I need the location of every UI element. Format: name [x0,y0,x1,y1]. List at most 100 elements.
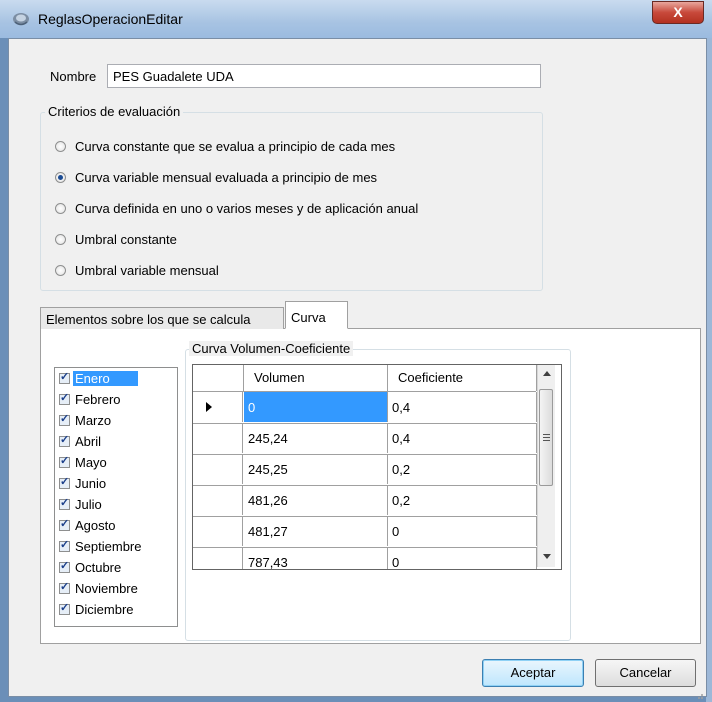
criterios-title: Criterios de evaluación [45,104,184,119]
close-icon: X [673,4,683,20]
checkbox-checked-icon[interactable] [59,433,70,447]
volumen-cell[interactable]: 481,27 [244,516,388,546]
curva-grid[interactable]: Volumen Coeficiente 0 0,4 245,24 0,4 245,25 0… [192,364,562,570]
checkbox-checked-icon[interactable] [59,370,70,384]
coeficiente-cell[interactable]: 0 [388,516,537,546]
checkbox-checked-icon[interactable] [59,391,70,405]
month-item[interactable]: Diciembre [59,599,134,619]
criterio-radio-2[interactable]: Curva variable mensual evaluada a princi… [55,170,377,185]
volumen-cell[interactable]: 245,25 [244,454,388,484]
checkbox-checked-icon[interactable] [59,412,70,426]
month-item[interactable]: Noviembre [59,578,138,598]
month-label: Diciembre [75,601,134,617]
month-label: Julio [75,496,102,512]
coeficiente-cell[interactable]: 0,4 [388,392,537,422]
radio-empty-icon[interactable] [55,234,66,245]
table-row[interactable]: 245,24 0,4 [193,423,537,455]
month-item[interactable]: Julio [59,494,102,514]
scroll-up-icon[interactable] [538,365,555,382]
month-item[interactable]: Octubre [59,557,121,577]
criterio-label: Umbral constante [75,232,177,247]
months-checked-list[interactable]: Enero Febrero Marzo Abril Mayo Junio Julio Agos… [54,367,178,627]
volumen-cell[interactable]: 787,43 [244,547,388,569]
volumen-cell[interactable]: 245,24 [244,423,388,453]
month-item[interactable]: Abril [59,431,101,451]
column-header-coeficiente[interactable]: Coeficiente [388,365,537,391]
thumb-grip-icon [543,434,550,435]
dialog-client-area: Nombre PES Guadalete UDA Criterios de ev… [8,38,707,697]
month-label: Mayo [75,454,107,470]
coeficiente-cell[interactable]: 0,4 [388,423,537,453]
table-row[interactable]: 245,25 0,2 [193,454,537,486]
grid-vertical-scrollbar[interactable] [537,365,555,567]
month-label: Febrero [75,391,121,407]
tab-curva[interactable]: Curva [285,301,348,329]
thumb-grip-icon [543,440,550,441]
volumen-cell[interactable]: 0 [244,392,388,422]
radio-empty-icon[interactable] [55,203,66,214]
radio-selected-icon[interactable] [55,172,66,183]
month-item[interactable]: Septiembre [59,536,141,556]
checkbox-checked-icon[interactable] [59,496,70,510]
window-title: ReglasOperacionEditar [38,11,183,27]
criterio-radio-1[interactable]: Curva constante que se evalua a principi… [55,139,395,154]
criterio-label: Curva constante que se evalua a principi… [75,139,396,154]
scrollbar-thumb[interactable] [539,389,553,486]
curva-title: Curva Volumen-Coeficiente [189,341,354,356]
table-row[interactable]: 481,26 0,2 [193,485,537,517]
checkbox-checked-icon[interactable] [59,559,70,573]
radio-empty-icon[interactable] [55,265,66,276]
checkbox-checked-icon[interactable] [59,580,70,594]
current-row-arrow-icon [206,402,212,412]
criterio-radio-4[interactable]: Umbral constante [55,232,177,247]
coeficiente-cell[interactable]: 0,2 [388,454,537,484]
month-label: Septiembre [75,538,142,554]
month-item[interactable]: Marzo [59,410,111,430]
checkbox-checked-icon[interactable] [59,454,70,468]
month-label: Junio [75,475,107,491]
nombre-input[interactable]: PES Guadalete UDA [107,64,541,88]
month-label: Agosto [75,517,116,533]
month-item[interactable]: Agosto [59,515,115,535]
radio-empty-icon[interactable] [55,141,66,152]
table-row[interactable]: 787,43 0 [193,547,537,569]
thumb-grip-icon [543,437,550,438]
month-item[interactable]: Junio [59,473,106,493]
month-label: Noviembre [75,580,138,596]
row-header[interactable] [193,516,243,546]
criterio-radio-3[interactable]: Curva definida en uno o varios meses y d… [55,201,418,216]
coeficiente-cell[interactable]: 0,2 [388,485,537,515]
checkbox-checked-icon[interactable] [59,475,70,489]
table-row[interactable]: 481,27 0 [193,516,537,548]
table-row[interactable]: 0 0,4 [193,392,537,424]
row-header[interactable] [193,423,243,453]
tab-elementos[interactable]: Elementos sobre los que se calcula [40,307,284,329]
row-header[interactable] [193,392,243,422]
close-button[interactable]: X [652,1,704,24]
row-header[interactable] [193,485,243,515]
dialog-window: ReglasOperacionEditar X Nombre PES Guada… [0,0,712,702]
month-item[interactable]: Enero [59,368,138,388]
criterio-label: Curva variable mensual evaluada a princi… [75,170,378,185]
nombre-label: Nombre [50,69,97,84]
column-header-volumen[interactable]: Volumen [244,365,388,391]
app-icon [13,13,29,26]
scroll-down-icon[interactable] [538,548,555,565]
cancel-button[interactable]: Cancelar [595,659,696,687]
accept-button[interactable]: Aceptar [482,659,584,687]
criterio-radio-5[interactable]: Umbral variable mensual [55,263,219,278]
checkbox-checked-icon[interactable] [59,601,70,615]
volumen-cell[interactable]: 481,26 [244,485,388,515]
criterio-label: Curva definida en uno o varios meses y d… [75,201,419,216]
row-header[interactable] [193,547,243,569]
month-item[interactable]: Febrero [59,389,121,409]
resize-grip-icon[interactable] [694,690,704,700]
checkbox-checked-icon[interactable] [59,538,70,552]
month-label: Enero [73,370,138,386]
coeficiente-cell[interactable]: 0 [388,547,537,569]
row-header[interactable] [193,454,243,484]
title-bar[interactable]: ReglasOperacionEditar X [0,0,712,38]
month-label: Abril [75,433,102,449]
checkbox-checked-icon[interactable] [59,517,70,531]
month-item[interactable]: Mayo [59,452,107,472]
